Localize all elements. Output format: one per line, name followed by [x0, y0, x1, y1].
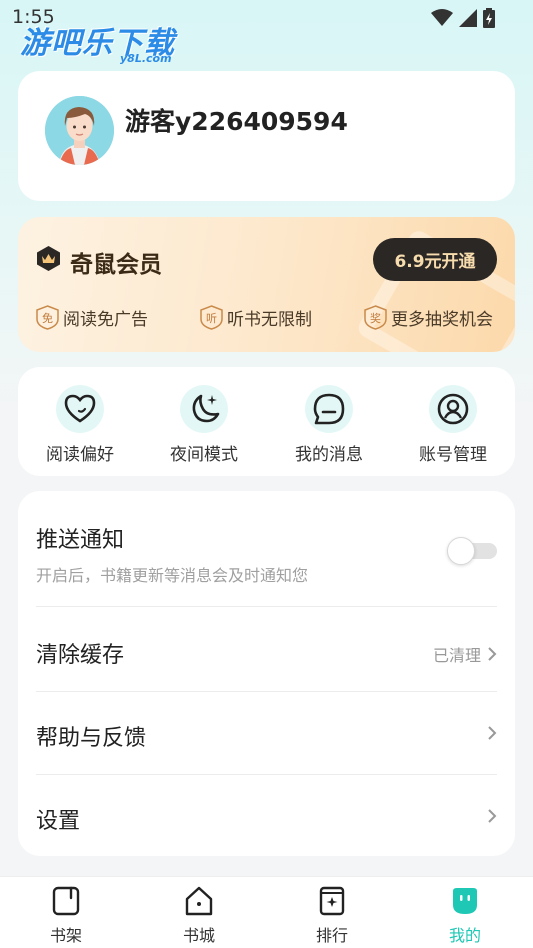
vip-perk-label: 阅读免广告 — [63, 310, 148, 330]
quick-action-night-mode[interactable]: 夜间模式 — [149, 385, 259, 465]
quick-action-messages[interactable]: 我的消息 — [274, 385, 384, 465]
push-notification-title: 推送通知 — [36, 528, 125, 553]
vip-crown-icon — [37, 246, 60, 271]
shield-badge-icon: 奖 — [364, 305, 387, 330]
vip-perk-no-ads: 免 阅读免广告 — [36, 305, 148, 330]
avatar[interactable] — [45, 96, 114, 165]
vip-title: 奇鼠会员 — [70, 251, 162, 278]
quick-actions-card: 阅读偏好 夜间模式 我的消息 账号管理 — [18, 367, 515, 476]
help-feedback-title: 帮助与反馈 — [36, 726, 147, 751]
vip-perk-unlimited-audio: 听 听书无限制 — [200, 305, 312, 330]
tab-ranking[interactable]: 排行 — [297, 885, 367, 946]
settings-row[interactable]: 设置 — [36, 803, 497, 835]
tab-label: 我的 — [448, 926, 481, 945]
divider — [36, 606, 497, 607]
quick-action-reading-preference[interactable]: 阅读偏好 — [25, 385, 135, 465]
push-notification-row: 推送通知 开启后，书籍更新等消息会及时通知您 — [36, 522, 497, 586]
bookshelf-icon — [52, 886, 80, 916]
shield-badge-icon: 免 — [36, 305, 59, 330]
tab-label: 排行 — [315, 926, 348, 945]
tab-label: 书城 — [182, 926, 215, 945]
chevron-right-icon — [488, 726, 497, 740]
settings-title: 设置 — [36, 809, 81, 834]
vip-subscribe-button[interactable]: 6.9元开通 — [373, 238, 497, 281]
watermark-logo: 游吧乐下载 y8L.com — [20, 18, 175, 65]
tab-bookstore[interactable]: 书城 — [164, 885, 234, 946]
toggle-knob — [447, 537, 475, 565]
profile-card[interactable]: 游客y226409594 — [18, 71, 515, 201]
divider — [36, 691, 497, 692]
vip-perk-lottery: 奖 更多抽奖机会 — [364, 305, 493, 330]
push-notification-subtitle: 开启后，书籍更新等消息会及时通知您 — [36, 566, 309, 585]
username: 游客y226409594 — [125, 107, 348, 136]
moon-icon — [180, 385, 228, 433]
chevron-right-icon — [488, 809, 497, 823]
message-icon — [305, 385, 353, 433]
vip-perk-label: 更多抽奖机会 — [391, 310, 493, 330]
chevron-right-icon — [488, 647, 497, 661]
cache-status-text: 已清理 — [432, 646, 481, 665]
vip-perk-label: 听书无限制 — [227, 310, 312, 330]
quick-action-account[interactable]: 账号管理 — [398, 385, 508, 465]
clear-cache-status: 已清理 — [433, 642, 497, 666]
help-feedback-row[interactable]: 帮助与反馈 — [36, 720, 497, 752]
divider — [36, 774, 497, 775]
bookstore-icon — [185, 886, 213, 916]
shield-badge-icon: 听 — [200, 305, 223, 330]
quick-action-label: 我的消息 — [295, 445, 363, 465]
watermark-url: y8L.com — [120, 52, 172, 65]
vip-card[interactable]: 奇鼠会员 6.9元开通 免 阅读免广告 听 听书无限制 奖 更多抽奖机会 — [18, 217, 515, 352]
clear-cache-title: 清除缓存 — [36, 643, 125, 668]
ranking-icon — [319, 886, 345, 916]
status-icons — [431, 8, 495, 28]
heart-icon — [56, 385, 104, 433]
settings-card: 推送通知 开启后，书籍更新等消息会及时通知您 清除缓存 已清理 帮助与反馈 设置 — [18, 491, 515, 856]
settings-arrow — [487, 808, 497, 824]
bottom-tab-bar: 书架 书城 排行 我的 — [0, 876, 533, 948]
battery-icon — [483, 8, 495, 28]
signal-icon — [459, 9, 477, 27]
push-notification-toggle[interactable] — [447, 537, 497, 565]
clear-cache-row[interactable]: 清除缓存 已清理 — [36, 637, 497, 669]
quick-action-label: 阅读偏好 — [46, 445, 114, 465]
tab-label: 书架 — [49, 926, 82, 945]
profile-icon — [453, 888, 477, 914]
tab-bookshelf[interactable]: 书架 — [31, 885, 101, 946]
help-feedback-arrow — [487, 725, 497, 741]
quick-action-label: 账号管理 — [419, 445, 487, 465]
tab-profile[interactable]: 我的 — [430, 885, 500, 946]
account-icon — [429, 385, 477, 433]
quick-action-label: 夜间模式 — [170, 445, 238, 465]
wifi-icon — [431, 9, 453, 26]
